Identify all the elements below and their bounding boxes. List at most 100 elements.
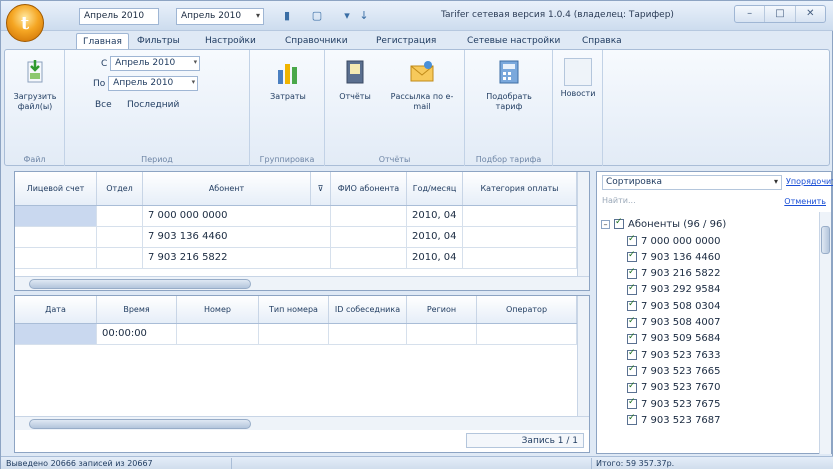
tab-filters[interactable]: Фильтры [131,33,186,49]
table-row[interactable]: 7 903 216 5822 2010, 04 [15,248,577,269]
col-payment-category[interactable]: Категория оплаты [463,172,577,205]
tree-item[interactable]: 7 903 508 4007 [627,315,721,331]
period-from-combo[interactable]: Апрель 2010 ▾ [110,56,201,71]
table-row[interactable]: 7 903 136 4460 2010, 04 [15,227,577,248]
period-all-button[interactable]: Все [95,100,112,110]
table-cell[interactable]: 2010, 04 [407,248,463,268]
tab-registration[interactable]: Регистрация [370,33,442,49]
col-year-month[interactable]: Год/месяц [407,172,463,205]
col-fio[interactable]: ФИО абонента [331,172,407,205]
news-button[interactable]: Новости [557,58,599,99]
table-cell[interactable]: 7 903 216 5822 [143,248,331,268]
table-cell[interactable] [259,324,329,344]
table-cell[interactable]: 7 903 136 4460 [143,227,331,247]
calls-hscroll-thumb[interactable] [29,419,251,429]
col-time[interactable]: Время [97,296,177,323]
quick-period-to[interactable]: Апрель 2010 ▾ [176,8,264,25]
chart-quick-icon[interactable]: ▮ [279,8,295,24]
quick-period-from[interactable]: Апрель 2010 [79,8,159,25]
sort-combo[interactable]: Сортировка ▾ [602,175,782,190]
table-cell[interactable] [15,206,97,226]
tab-references[interactable]: Справочники [279,33,354,49]
arrow-down-icon[interactable]: ↓ [356,8,372,24]
tree-vscroll-thumb[interactable] [821,226,830,254]
tree-root[interactable]: – Абоненты (96 / 96) [601,216,726,232]
table-cell[interactable] [407,324,477,344]
tree-item[interactable]: 7 903 523 7675 [627,396,721,412]
table-cell[interactable] [331,227,407,247]
cancel-marks-link[interactable]: Отменить [784,197,826,206]
load-files-button[interactable]: Загрузить файл(ы) [11,58,59,112]
col-account[interactable]: Лицевой счет [15,172,97,205]
costs-button[interactable]: Затраты [260,58,316,102]
tab-help[interactable]: Справка [576,33,628,49]
col-department[interactable]: Отдел [97,172,143,205]
checkbox[interactable] [627,283,637,295]
tree-item[interactable]: 7 000 000 0000 [627,233,721,249]
customize-qat-icon[interactable]: ▾ [339,8,355,24]
checkbox[interactable] [627,413,637,426]
checkbox[interactable] [627,332,637,344]
table-cell[interactable] [15,248,97,268]
table-cell[interactable] [331,206,407,226]
table-cell[interactable]: 2010, 04 [407,227,463,247]
tree-item[interactable]: 7 903 292 9584 [627,282,721,298]
table-cell[interactable] [177,324,259,344]
subscribers-hscroll-thumb[interactable] [29,279,251,289]
calls-vscroll[interactable] [577,296,589,416]
table-cell[interactable] [329,324,407,344]
checkbox[interactable] [627,250,637,263]
tab-settings[interactable]: Настройки [199,33,262,49]
col-filter[interactable]: ⊽ [311,172,331,205]
tree-item[interactable]: 7 903 523 7670 [627,380,721,396]
checkbox[interactable] [627,316,637,328]
table-cell[interactable] [463,227,577,247]
table-cell[interactable] [97,248,143,268]
col-subscriber[interactable]: Абонент [143,172,311,205]
period-last-button[interactable]: Последний [127,100,179,110]
sort-order-link[interactable]: Упорядочить по... [786,177,833,186]
tree-item[interactable]: 7 903 523 7633 [627,347,721,363]
tree-vscroll[interactable] [819,212,831,454]
table-cell[interactable] [463,206,577,226]
table-cell[interactable] [477,324,577,344]
checkbox[interactable] [627,397,637,409]
maximize-button[interactable]: □ [765,6,796,22]
tree-item[interactable]: 7 903 136 4460 [627,249,721,265]
collapse-icon[interactable]: – [601,219,610,229]
checkbox[interactable] [627,348,637,361]
tab-home[interactable]: Главная [76,33,129,49]
table-row[interactable]: 7 000 000 0000 2010, 04 [15,206,577,227]
tree-item[interactable]: 7 903 523 7665 [627,363,721,379]
subscribers-hscroll[interactable] [15,276,589,290]
table-cell[interactable]: 00:00:00 [97,324,177,344]
checkbox[interactable] [627,381,637,393]
close-button[interactable]: ✕ [796,6,825,22]
col-region[interactable]: Регион [407,296,477,323]
pick-tariff-button[interactable]: Подобрать тариф [475,58,543,112]
table-cell[interactable] [97,206,143,226]
table-cell[interactable]: 2010, 04 [407,206,463,226]
period-to-combo[interactable]: Апрель 2010 ▾ [108,76,199,91]
checkbox[interactable] [614,217,624,229]
table-cell[interactable] [15,227,97,247]
tree-item[interactable]: 7 903 216 5822 [627,266,721,282]
doc-quick-icon[interactable]: ▢ [309,8,325,24]
col-number-type[interactable]: Тип номера [259,296,329,323]
minimize-button[interactable]: – [735,6,766,22]
calls-hscroll[interactable] [15,416,589,430]
subscribers-vscroll[interactable] [577,172,589,276]
checkbox[interactable] [627,299,637,312]
tree-item[interactable]: 7 903 509 5684 [627,331,721,347]
tree-item[interactable]: 7 903 508 0304 [627,298,721,314]
checkbox[interactable] [627,364,637,377]
col-date[interactable]: Дата [15,296,97,323]
tab-network-settings[interactable]: Сетевые настройки [461,33,566,49]
mailing-button[interactable]: Рассылка по e-mail [389,58,455,112]
tree-item[interactable]: 7 903 523 7687 [627,412,721,428]
app-menu-button[interactable]: t [6,4,44,42]
col-operator[interactable]: Оператор [477,296,577,323]
find-input[interactable]: Найти... [602,196,732,209]
table-cell[interactable] [15,324,97,344]
checkbox[interactable] [627,267,637,279]
